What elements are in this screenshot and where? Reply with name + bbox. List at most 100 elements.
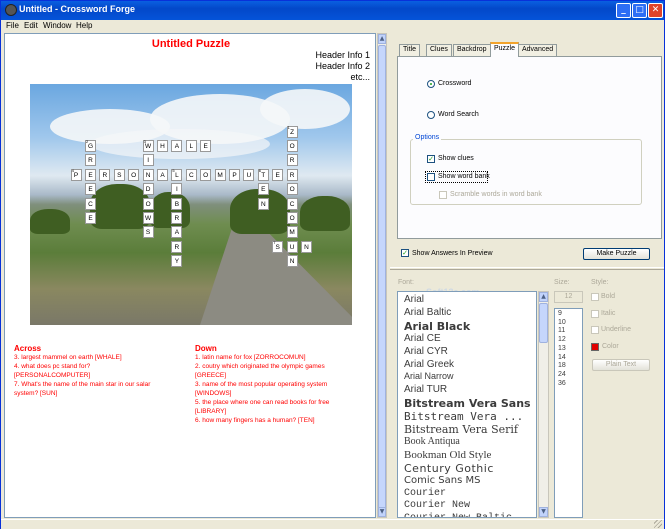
font-list-item[interactable]: Bitstream Vera ...: [404, 410, 523, 423]
menu-edit[interactable]: Edit: [24, 21, 38, 30]
grid-cell: S7: [272, 240, 284, 253]
grid-cell: P: [229, 168, 240, 181]
font-list-item[interactable]: Arial Narrow: [404, 371, 454, 381]
font-list-item[interactable]: Arial Baltic: [404, 307, 451, 318]
font-list-item[interactable]: Arial Black: [404, 320, 470, 333]
font-list-item[interactable]: Book Antiqua: [404, 436, 460, 447]
down-clue: 2. coutry which originated the olympic g…: [195, 363, 325, 370]
font-list-item[interactable]: Arial Greek: [404, 359, 454, 370]
bold-label[interactable]: Bold: [601, 293, 615, 300]
grid-cell: P4: [70, 168, 82, 181]
size-list-item[interactable]: 10: [558, 319, 566, 326]
grid-cell: D: [142, 183, 154, 196]
italic-checkbox[interactable]: [591, 310, 599, 318]
grid-cell: M: [286, 226, 298, 239]
panel-splitter[interactable]: [390, 267, 664, 270]
menu-file[interactable]: File: [6, 21, 19, 30]
color-swatch[interactable]: [591, 343, 599, 351]
status-bar: [1, 519, 664, 529]
grid-cell: R: [85, 154, 96, 167]
show-clues-checkbox[interactable]: ✓: [427, 155, 435, 163]
grid-cell: M: [214, 168, 226, 181]
scroll-thumb[interactable]: [378, 45, 386, 509]
tab-puzzle[interactable]: Puzzle: [490, 42, 520, 57]
crossword-radio[interactable]: [427, 80, 435, 88]
underline-checkbox[interactable]: [591, 326, 599, 334]
font-list-item[interactable]: Bitstream Vera Serif: [404, 423, 518, 436]
italic-label[interactable]: Italic: [601, 310, 615, 317]
title-bar[interactable]: Untitled - Crossword Forge _ □ ✕: [1, 1, 664, 20]
font-list-item[interactable]: Courier New Baltic: [404, 513, 512, 517]
make-puzzle-button[interactable]: Make Puzzle: [583, 248, 650, 260]
down-clue: 1. latin name for fox [ZORROCOMUN]: [195, 354, 306, 361]
maximize-button[interactable]: □: [632, 3, 647, 18]
size-list-item[interactable]: 13: [558, 345, 566, 352]
scroll-up-icon[interactable]: ▲: [539, 292, 548, 302]
show-wordbank-checkbox[interactable]: [427, 173, 435, 181]
size-list-item[interactable]: 11: [558, 327, 565, 334]
scramble-checkbox[interactable]: [439, 191, 447, 199]
grid-cell: C: [85, 197, 96, 210]
minimize-button[interactable]: _: [616, 3, 631, 18]
close-button[interactable]: ✕: [648, 3, 663, 18]
menu-window[interactable]: Window: [43, 21, 71, 30]
show-clues-label[interactable]: Show clues: [438, 155, 474, 162]
wordsearch-label[interactable]: Word Search: [438, 111, 479, 118]
show-answers-checkbox[interactable]: ✓: [401, 249, 409, 257]
font-list-item[interactable]: Courier: [404, 488, 446, 499]
font-list-item[interactable]: Arial CE: [404, 333, 441, 344]
font-list-item[interactable]: Century Gothic: [404, 462, 494, 475]
font-list-item[interactable]: Courier New: [404, 500, 470, 511]
show-answers-label[interactable]: Show Answers In Preview: [412, 250, 493, 257]
size-label: Size:: [554, 279, 570, 286]
font-list-item[interactable]: Arial CYR: [404, 346, 448, 357]
font-list[interactable]: Arial Arial Baltic Arial Black Arial CE Aria…: [397, 291, 537, 518]
plain-text-button[interactable]: Plain Text: [592, 359, 650, 371]
down-clue: [GREECE]: [195, 372, 227, 379]
tab-clues[interactable]: Clues: [426, 44, 452, 56]
font-list-item[interactable]: Arial: [404, 294, 424, 305]
clue-number: 3: [143, 139, 146, 144]
tab-advanced[interactable]: Advanced: [518, 44, 558, 56]
tab-title[interactable]: Title: [399, 44, 420, 56]
resize-grip[interactable]: [654, 520, 662, 528]
scramble-label[interactable]: Scramble words in word bank: [450, 191, 542, 198]
down-clue: [WINDOWS]: [195, 390, 232, 397]
size-list-item[interactable]: 14: [558, 354, 566, 361]
grid-cell: W3: [142, 139, 154, 152]
grid-cell: U: [243, 168, 255, 181]
crossword-label[interactable]: Crossword: [438, 80, 471, 87]
size-list-item[interactable]: 24: [558, 371, 566, 378]
size-list-item[interactable]: 36: [558, 380, 566, 387]
app-icon[interactable]: [5, 4, 17, 16]
grid-cell: B: [171, 197, 183, 210]
size-list-item[interactable]: 12: [558, 336, 566, 343]
size-list[interactable]: 9 10 11 12 13 14 18 24 36: [554, 308, 583, 518]
grid-cell: E: [200, 140, 212, 152]
size-list-item[interactable]: 9: [558, 310, 562, 317]
scroll-up-icon[interactable]: ▲: [378, 34, 386, 44]
tab-backdrop[interactable]: Backdrop: [453, 44, 491, 56]
bold-checkbox[interactable]: [591, 293, 599, 301]
scroll-down-icon[interactable]: ▼: [378, 507, 386, 517]
puzzle-preview[interactable]: Untitled Puzzle Header Info 1 Header Inf…: [4, 33, 376, 518]
color-label[interactable]: Color: [602, 343, 619, 350]
font-list-item[interactable]: Bookman Old Style: [404, 449, 491, 461]
scroll-thumb[interactable]: [539, 303, 548, 343]
size-list-item[interactable]: 18: [558, 362, 566, 369]
font-list-item[interactable]: Comic Sans MS: [404, 475, 480, 486]
preview-scrollbar[interactable]: ▲ ▼: [377, 33, 387, 518]
font-list-scrollbar[interactable]: ▲ ▼: [538, 291, 549, 518]
wordsearch-radio[interactable]: [427, 111, 435, 119]
font-list-item[interactable]: Bitstream Vera Sans: [404, 397, 531, 410]
underline-label[interactable]: Underline: [601, 326, 631, 333]
grid-cell: S: [142, 226, 154, 239]
grid-cell: I: [142, 154, 154, 167]
scroll-down-icon[interactable]: ▼: [539, 507, 548, 517]
show-wordbank-label[interactable]: Show word bank: [438, 173, 490, 180]
grid-cell: N: [301, 240, 312, 253]
menu-help[interactable]: Help: [76, 21, 92, 30]
font-list-item[interactable]: Arial TUR: [404, 384, 447, 395]
size-input[interactable]: 12: [554, 291, 583, 303]
grid-cell: A: [171, 140, 183, 152]
